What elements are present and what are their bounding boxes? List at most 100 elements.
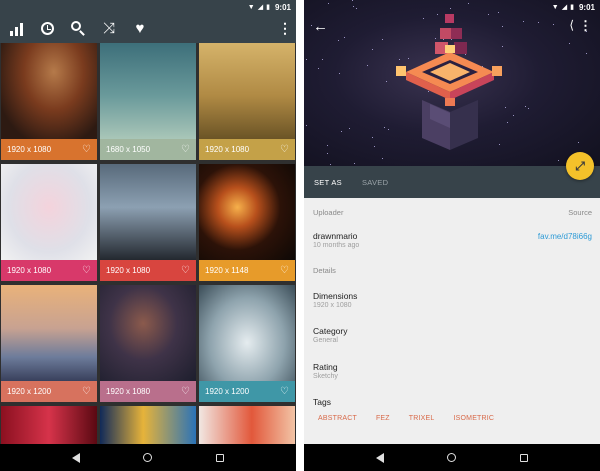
resolution-label: 1920 x 1080 [106, 266, 151, 275]
upload-time: 10 months ago [313, 242, 360, 249]
favorite-heart-icon[interactable]: ♡ [280, 386, 289, 397]
wallpaper-tile[interactable]: 1920 x 1200 ♡ [199, 285, 295, 402]
tile-caption: 1920 x 1080 ♡ [100, 260, 196, 281]
action-bar: SET AS SAVED [304, 166, 600, 198]
status-bar: ▼ ◢ ▮ 9:01 [0, 0, 296, 14]
resolution-label: 1920 x 1080 [7, 145, 52, 154]
tag-chip[interactable]: TRIXEL [409, 415, 435, 422]
fullscreen-button[interactable]: ⤢ [566, 152, 594, 180]
signal-icon: ◢ [561, 3, 568, 11]
favorite-heart-icon[interactable]: ♡ [181, 144, 190, 155]
nav-recents-icon[interactable] [520, 453, 529, 462]
dimensions-label: Dimensions [313, 291, 358, 301]
system-nav-bar [304, 444, 600, 471]
status-bar: ▼ ◢ ▮ 9:01 [304, 0, 600, 14]
glowing-ring [396, 45, 502, 106]
back-arrow-icon[interactable]: ← [313, 19, 328, 34]
nav-back-icon[interactable] [375, 452, 384, 463]
trixel-artwork [396, 14, 502, 150]
tile-caption: 1920 x 1080 ♡ [1, 139, 97, 160]
details-heading: Details [313, 266, 336, 275]
favorite-heart-icon[interactable]: ♡ [181, 265, 190, 276]
bar-chart-icon[interactable] [8, 20, 24, 36]
wallpaper-tile[interactable]: 1920 x 1080 ♡ [100, 285, 196, 402]
wallpaper-grid: 1920 x 1080 ♡ 1680 x 1050 ♡ 1920 x 1080 … [0, 43, 296, 450]
more-vert-icon[interactable]: ⋮ [278, 20, 292, 36]
resolution-label: 1920 x 1148 [205, 266, 249, 275]
wallpaper-tile[interactable]: 1920 x 1080 ♡ [199, 43, 295, 160]
wallpaper-thumbnail[interactable] [199, 285, 295, 381]
uploader-heading: Uploader [313, 208, 344, 217]
tag-chip[interactable]: ISOMETRIC [454, 415, 495, 422]
resolution-label: 1920 x 1200 [7, 387, 52, 396]
shuffle-icon[interactable]: ⤨ [101, 20, 117, 36]
tag-chip[interactable]: ABSTRACT [318, 415, 357, 422]
tile-caption: 1920 x 1200 ♡ [1, 381, 97, 402]
history-icon[interactable] [39, 20, 55, 36]
status-time: 9:01 [274, 2, 291, 12]
wallpaper-thumbnail[interactable] [100, 43, 196, 139]
wallpaper-thumbnail[interactable] [100, 164, 196, 260]
wallpaper-info-panel: Uploader Source drawnmario 10 months ago… [304, 198, 600, 444]
nav-recents-icon[interactable] [216, 453, 225, 462]
tag-list: ABSTRACT FEZ TRIXEL ISOMETRIC [318, 415, 494, 422]
resolution-label: 1920 x 1080 [205, 145, 250, 154]
source-heading: Source [568, 208, 592, 217]
resolution-label: 1920 x 1080 [106, 387, 151, 396]
nav-back-icon[interactable] [71, 452, 80, 463]
share-icon[interactable]: ⟨ [569, 19, 574, 31]
battery-icon: ▮ [570, 3, 574, 11]
uploader-name[interactable]: drawnmario [313, 231, 357, 241]
wallpaper-thumbnail[interactable] [1, 164, 97, 260]
signal-icon: ◢ [257, 3, 264, 11]
dimensions-value: 1920 x 1080 [313, 302, 352, 309]
rating-label: Rating [313, 362, 338, 372]
wifi-icon: ▼ [247, 3, 255, 11]
wallpaper-tile[interactable]: 1920 x 1080 ♡ [100, 164, 196, 281]
wallpaper-tile[interactable]: 1920 x 1148 ♡ [199, 164, 295, 281]
tile-caption: 1920 x 1080 ♡ [1, 260, 97, 281]
battery-icon: ▮ [266, 3, 270, 11]
expand-icon: ⤢ [575, 158, 585, 173]
wifi-icon: ▼ [551, 3, 559, 11]
set-as-button[interactable]: SET AS [314, 178, 342, 187]
search-icon[interactable] [70, 20, 86, 36]
pillar [422, 100, 478, 150]
wallpaper-thumbnail[interactable] [199, 164, 295, 260]
tile-caption: 1920 x 1080 ♡ [100, 381, 196, 402]
wallpaper-thumbnail[interactable] [199, 43, 295, 139]
source-link[interactable]: fav.me/d78i66g [538, 232, 592, 241]
favorite-heart-icon[interactable]: ♡ [82, 265, 91, 276]
favorite-heart-icon[interactable]: ♡ [280, 144, 289, 155]
favorite-heart-icon[interactable]: ♡ [280, 265, 289, 276]
rating-value: Sketchy [313, 373, 338, 380]
tile-caption: 1680 x 1050 ♡ [100, 139, 196, 160]
heart-icon[interactable]: ♥ [132, 20, 148, 36]
resolution-label: 1920 x 1080 [7, 266, 52, 275]
wallpaper-preview[interactable]: ← ⟨ ⋮ ▼ ◢ ▮ 9:01 [304, 0, 600, 166]
nav-home-icon[interactable] [447, 453, 457, 462]
category-value: General [313, 337, 338, 344]
favorite-heart-icon[interactable]: ♡ [82, 144, 91, 155]
tile-caption: 1920 x 1080 ♡ [199, 139, 295, 160]
wallpaper-tile[interactable]: 1920 x 1080 ♡ [1, 164, 97, 281]
status-time: 9:01 [578, 2, 595, 12]
saved-button[interactable]: SAVED [362, 178, 388, 187]
wallpaper-thumbnail[interactable] [1, 43, 97, 139]
more-vert-icon[interactable]: ⋮ [579, 19, 592, 32]
system-nav-bar [0, 444, 296, 471]
wallpaper-tile[interactable]: 1920 x 1080 ♡ [1, 43, 97, 160]
gallery-screen: ▼ ◢ ▮ 9:01 ⤨ ♥ ⋮ 1920 x 1080 ♡ 1680 x 10… [0, 0, 296, 471]
resolution-label: 1920 x 1200 [205, 387, 250, 396]
wallpaper-thumbnail[interactable] [100, 285, 196, 381]
category-label: Category [313, 326, 348, 336]
wallpaper-tile[interactable]: 1680 x 1050 ♡ [100, 43, 196, 160]
tile-caption: 1920 x 1148 ♡ [199, 260, 295, 281]
tag-chip[interactable]: FEZ [376, 415, 390, 422]
wallpaper-tile[interactable]: 1920 x 1200 ♡ [1, 285, 97, 402]
nav-home-icon[interactable] [143, 453, 153, 462]
favorite-heart-icon[interactable]: ♡ [181, 386, 190, 397]
favorite-heart-icon[interactable]: ♡ [82, 386, 91, 397]
wallpaper-thumbnail[interactable] [1, 285, 97, 381]
wallpaper-detail-screen: ← ⟨ ⋮ ▼ ◢ ▮ 9:01 ⤢ SET AS SAVED Uploader… [304, 0, 600, 471]
